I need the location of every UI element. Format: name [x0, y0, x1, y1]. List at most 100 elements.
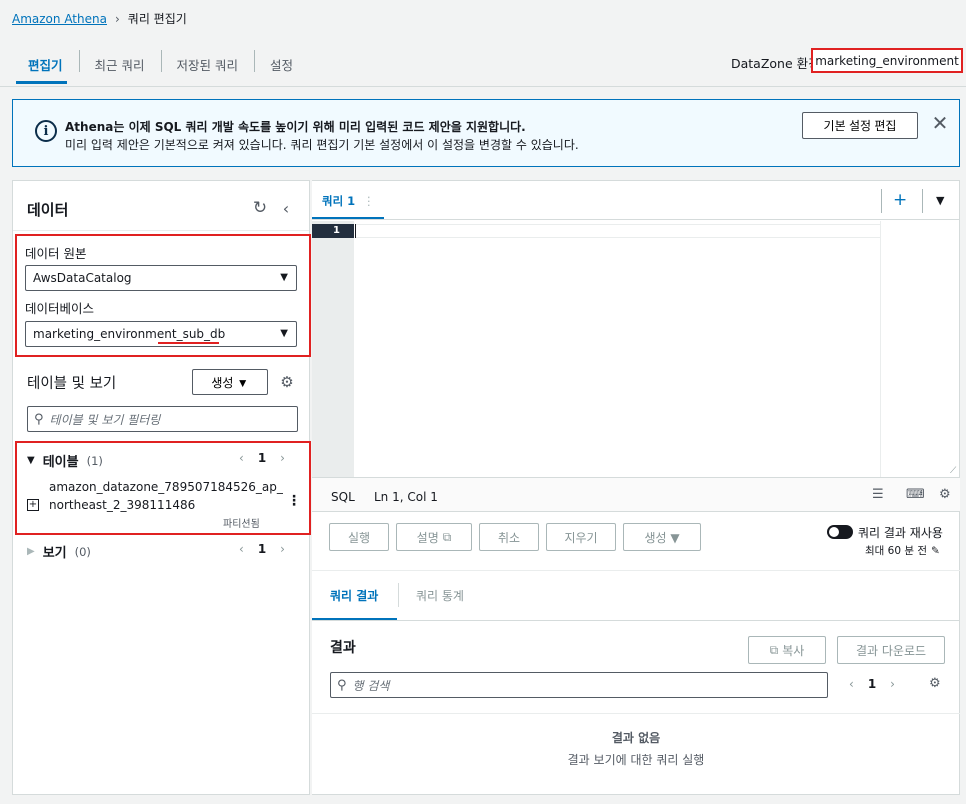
tab-options-icon[interactable]: ⋮ — [363, 194, 375, 208]
print-margin — [880, 221, 881, 477]
add-tab-icon[interactable]: + — [893, 190, 907, 210]
row-search-placeholder: 행 검색 — [352, 678, 390, 693]
caret-down-icon: ▼ — [280, 272, 288, 283]
results-pagination: ‹ 1 › — [849, 677, 895, 691]
reuse-age: 최대 60 분 전 ✎ — [865, 543, 940, 558]
chevron-left-icon[interactable]: ‹ — [277, 199, 295, 218]
views-page-number[interactable]: 1 — [258, 542, 266, 556]
breadcrumb-athena-link[interactable]: Amazon Athena — [12, 12, 107, 26]
explain-button[interactable]: 설명 ⧉ — [396, 523, 472, 551]
format-query-icon[interactable]: ☰ — [872, 487, 884, 502]
more-options-icon[interactable]: ⋮ — [287, 493, 301, 509]
copy-label: 복사 — [782, 643, 805, 658]
reuse-results-label: 쿼리 결과 재사용 — [858, 526, 943, 540]
datazone-environment[interactable]: marketing_environment — [811, 48, 963, 73]
gear-icon[interactable]: ⚙ — [939, 487, 951, 502]
database-label: 데이터베이스 — [25, 301, 95, 316]
banner-description: 미리 입력 제안은 기본적으로 켜져 있습니다. 쿼리 편집기 기본 설정에서 … — [65, 138, 579, 152]
data-source-label: 데이터 원본 — [25, 246, 87, 261]
chevron-right-icon[interactable]: › — [280, 451, 285, 465]
cancel-button[interactable]: 취소 — [479, 523, 539, 551]
breadcrumb-current: 쿼리 편집기 — [127, 12, 187, 26]
info-banner: i Athena는 이제 SQL 쿼리 개발 속도를 높이기 위해 미리 입력된… — [12, 99, 960, 167]
empty-state-description: 결과 보기에 대한 쿼리 실행 — [567, 753, 705, 767]
top-tabs: 편집기 최근 쿼리 저장된 쿼리 설정 — [12, 44, 309, 84]
keyboard-icon[interactable]: ⌨ — [906, 487, 925, 502]
generate-button[interactable]: 생성 ▼ — [623, 523, 701, 551]
table-filter-placeholder: 테이블 및 보기 필터링 — [49, 412, 161, 427]
divider — [398, 583, 399, 607]
annotation-underline — [158, 342, 219, 344]
reuse-age-text: 최대 60 분 전 — [865, 545, 928, 557]
table-name[interactable]: amazon_datazone_789507184526_ap_northeas… — [49, 478, 283, 514]
data-source-select[interactable]: AwsDataCatalog ▼ — [25, 265, 297, 291]
results-page-number[interactable]: 1 — [868, 677, 876, 691]
code-input[interactable] — [355, 224, 880, 238]
editor-gutter — [312, 221, 354, 477]
divider — [13, 230, 309, 231]
banner-title: Athena는 이제 SQL 쿼리 개발 속도를 높이기 위해 미리 입력된 코… — [65, 120, 526, 134]
empty-state-title: 결과 없음 — [611, 731, 661, 745]
resize-handle-icon[interactable]: ⟋ — [950, 466, 956, 476]
datazone-label: DataZone 환경 — [731, 56, 820, 71]
divider — [312, 219, 960, 220]
tab-query-stats[interactable]: 쿼리 통계 — [416, 587, 464, 604]
divider — [312, 620, 960, 621]
run-button[interactable]: 실행 — [329, 523, 389, 551]
close-icon[interactable]: ✕ — [929, 111, 951, 135]
tab-saved-queries[interactable]: 저장된 쿼리 — [160, 44, 254, 84]
divider — [312, 713, 960, 714]
language-label: SQL — [331, 490, 355, 504]
download-results-button[interactable]: 결과 다운로드 — [837, 636, 945, 664]
tables-section-header[interactable]: ▼ 테이블 (1) — [27, 451, 103, 471]
query-tab[interactable]: 쿼리 1 ⋮ — [322, 193, 375, 209]
clear-button[interactable]: 지우기 — [546, 523, 616, 551]
partitioned-badge: 파티션됨 — [223, 519, 260, 530]
data-panel: 데이터 ↻ ‹ 데이터 원본 AwsDataCatalog ▼ 데이터베이스 m… — [12, 180, 311, 795]
search-icon: ⚲ — [337, 677, 347, 693]
chevron-right-icon[interactable]: › — [280, 542, 285, 556]
data-panel-title: 데이터 — [27, 201, 69, 219]
refresh-icon[interactable]: ↻ — [251, 198, 269, 218]
copy-button[interactable]: ⧉ 복사 — [748, 636, 826, 664]
tab-settings[interactable]: 설정 — [253, 44, 309, 84]
data-source-value: AwsDataCatalog — [33, 271, 132, 285]
divider — [881, 189, 882, 213]
text-cursor — [355, 224, 356, 238]
results-title: 결과 — [330, 640, 356, 656]
edit-preferences-button[interactable]: 기본 설정 편집 — [802, 112, 918, 139]
create-button[interactable]: 생성 ▼ — [192, 369, 268, 395]
views-label: 보기 — [42, 546, 67, 561]
table-filter-input[interactable]: ⚲ 테이블 및 보기 필터링 — [27, 406, 298, 432]
chevron-right-icon[interactable]: › — [890, 677, 895, 691]
tab-recent-queries[interactable]: 최근 쿼리 — [78, 44, 161, 84]
cursor-position: Ln 1, Col 1 — [374, 490, 438, 504]
caret-right-icon: ▶ — [27, 546, 35, 557]
breadcrumb-separator: › — [114, 11, 120, 26]
chevron-left-icon[interactable]: ‹ — [239, 451, 244, 465]
info-icon: i — [35, 120, 57, 142]
breadcrumb: Amazon Athena › 쿼리 편집기 — [12, 10, 187, 27]
tab-editor[interactable]: 편집기 — [12, 44, 79, 84]
row-search-input[interactable]: ⚲ 행 검색 — [330, 672, 828, 698]
gear-icon[interactable]: ⚙ — [929, 676, 941, 691]
views-section-header[interactable]: ▶ 보기 (0) — [27, 542, 91, 562]
query-editor-panel: 쿼리 1 ⋮ + ▼ 1 ⟋ SQL Ln 1, Col 1 ☰ ⌨ ⚙ 실행 … — [312, 180, 960, 795]
divider — [922, 189, 923, 213]
views-count: (0) — [74, 544, 91, 559]
tables-page-number[interactable]: 1 — [258, 451, 266, 465]
external-link-icon: ⧉ — [442, 529, 452, 544]
caret-down-icon[interactable]: ▼ — [936, 194, 944, 207]
expand-icon[interactable]: + — [27, 499, 39, 511]
explain-label: 설명 — [416, 530, 439, 545]
chevron-left-icon[interactable]: ‹ — [239, 542, 244, 556]
tab-query-results[interactable]: 쿼리 결과 — [330, 587, 378, 604]
query-tab-label: 쿼리 1 — [322, 194, 356, 208]
chevron-left-icon[interactable]: ‹ — [849, 677, 854, 691]
pencil-icon[interactable]: ✎ — [931, 545, 940, 557]
gear-icon[interactable]: ⚙ — [278, 373, 296, 391]
divider — [312, 570, 960, 571]
caret-down-icon: ▼ — [27, 455, 35, 466]
tables-label: 테이블 — [42, 455, 79, 470]
top-divider — [0, 86, 966, 87]
